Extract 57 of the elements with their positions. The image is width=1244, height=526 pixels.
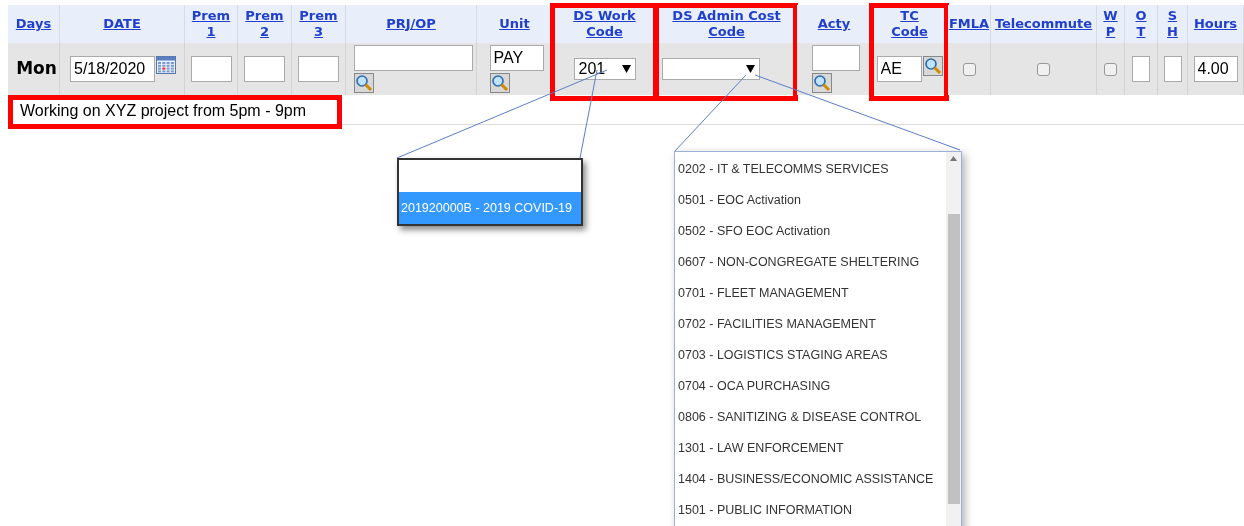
search-icon[interactable] — [812, 73, 832, 93]
input-field[interactable]: AE — [876, 56, 922, 82]
checkbox[interactable] — [962, 62, 976, 76]
column-header-link[interactable]: DS Admin Cost Code — [657, 8, 796, 40]
input-field[interactable] — [244, 56, 285, 82]
column-header-link[interactable]: W P — [1102, 8, 1119, 40]
column-header-link[interactable]: Hours — [1192, 16, 1239, 32]
input-field[interactable] — [353, 45, 473, 71]
column-header-link[interactable]: Prem 1 — [185, 8, 237, 40]
calendar-icon[interactable] — [156, 56, 176, 74]
column-header-link[interactable]: Days — [14, 16, 53, 32]
search-icon[interactable] — [489, 73, 510, 93]
dropdown-option[interactable]: 0806 - SANITIZING & DISEASE CONTROL — [675, 402, 946, 433]
scroll-up-arrow-icon[interactable] — [950, 156, 957, 161]
column-header-link[interactable]: DATE — [102, 16, 142, 32]
dropdown-option[interactable]: 0702 - FACILITIES MANAGEMENT — [675, 309, 946, 340]
dropdown-option[interactable]: 0607 - NON-CONGREGATE SHELTERING — [675, 247, 946, 278]
dropdown-option[interactable]: 1501 - PUBLIC INFORMATION — [675, 495, 946, 526]
column-header-link[interactable]: O T — [1134, 8, 1148, 40]
input-field[interactable] — [190, 56, 232, 82]
column-header-link[interactable]: TC Code — [890, 8, 929, 40]
checkbox[interactable] — [1104, 62, 1117, 76]
scrollbar-thumb[interactable] — [947, 214, 960, 504]
dropdown-arrow-icon — [621, 65, 631, 73]
note-text: Working on XYZ project from 5pm - 9pm — [20, 100, 307, 121]
column-header-link[interactable]: DS Work Code — [553, 8, 656, 40]
dropdown-option[interactable]: 0703 - LOGISTICS STAGING AREAS — [675, 340, 946, 371]
column-header-link[interactable]: Telecommute — [993, 16, 1094, 32]
day-label: Mon — [16, 57, 57, 81]
input-field[interactable]: PAY — [489, 45, 544, 71]
input-field[interactable] — [812, 45, 860, 71]
column-header-link[interactable]: Prem 3 — [292, 8, 345, 40]
input-field[interactable]: 5/18/2020 — [70, 56, 155, 82]
dropdown-option[interactable]: 0502 - SFO EOC Activation — [675, 216, 946, 247]
column-header-link[interactable]: Prem 2 — [238, 8, 291, 40]
search-icon[interactable] — [922, 56, 943, 76]
column-header-link[interactable]: S H — [1166, 8, 1179, 40]
dropdown-option[interactable]: 0501 - EOC Activation — [675, 185, 946, 216]
input-field[interactable] — [1132, 56, 1150, 82]
column-header-link[interactable]: Unit — [498, 16, 531, 32]
column-header-link[interactable]: Acty — [816, 16, 852, 32]
dropdown-option[interactable]: 1404 - BUSINESS/ECONOMIC ASSISTANCE — [675, 464, 946, 495]
dropdown-option[interactable]: 0704 - OCA PURCHASING — [675, 371, 946, 402]
column-header-link[interactable]: PRJ/OP — [385, 16, 437, 32]
input-field[interactable]: 4.00 — [1193, 56, 1238, 82]
dropdown-option[interactable]: 0202 - IT & TELECOMMS SERVICES — [675, 154, 946, 185]
input-field[interactable] — [1163, 56, 1182, 82]
search-icon[interactable] — [353, 73, 374, 93]
dropdown-arrow-icon — [745, 65, 755, 73]
column-header-link[interactable]: FMLA — [947, 16, 991, 32]
dropdown-select[interactable]: 201 — [573, 58, 636, 80]
input-field[interactable] — [298, 56, 339, 82]
scrollbar[interactable] — [946, 152, 961, 526]
dropdown-option[interactable]: 1301 - LAW ENFORCEMENT — [675, 433, 946, 464]
dropdown-select[interactable] — [661, 58, 760, 80]
dropdown-option[interactable]: 0701 - FLEET MANAGEMENT — [675, 278, 946, 309]
checkbox[interactable] — [1037, 62, 1050, 76]
